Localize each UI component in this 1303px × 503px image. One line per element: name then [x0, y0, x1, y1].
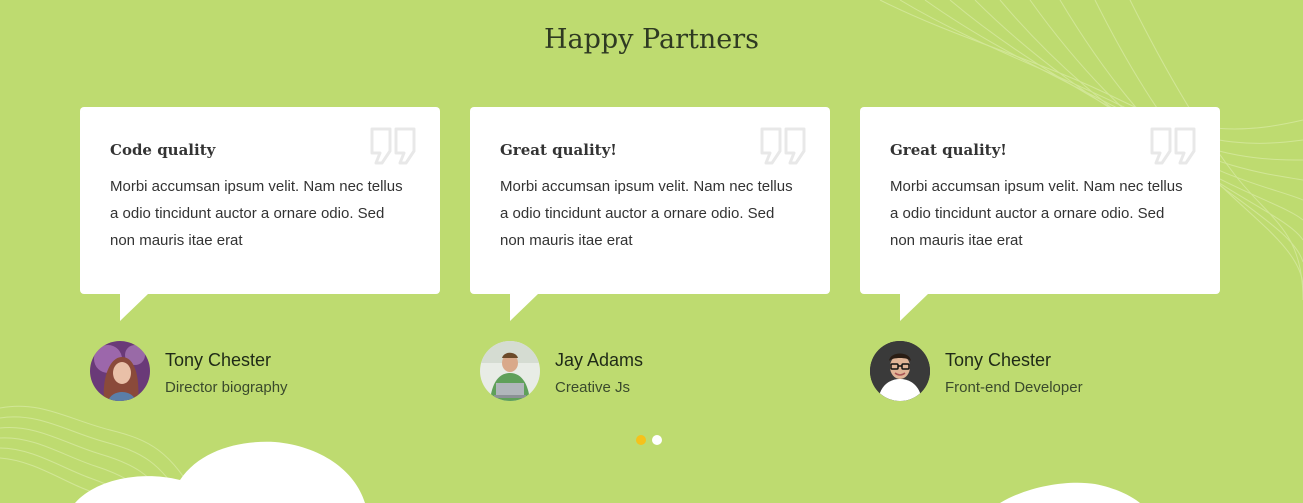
man-glasses-avatar [870, 341, 930, 401]
testimonial-card: Code quality Morbi accumsan ipsum velit.… [80, 107, 440, 321]
author-role: Director biography [165, 379, 288, 396]
author-role: Front-end Developer [945, 379, 1083, 396]
testimonial-title: Great quality! [500, 141, 617, 159]
testimonial-title: Code quality [110, 141, 216, 159]
testimonial-card: Great quality! Morbi accumsan ipsum veli… [470, 107, 830, 321]
carousel-dot-2[interactable] [652, 435, 662, 445]
author-name: Tony Chester [165, 350, 272, 370]
author-name: Jay Adams [555, 350, 644, 370]
testimonial-title: Great quality! [890, 141, 1007, 159]
man-laptop-avatar [480, 341, 540, 401]
testimonial-text: Morbi accumsan ipsum velit. Nam nec tell… [500, 178, 793, 249]
testimonial-text: Morbi accumsan ipsum velit. Nam nec tell… [110, 178, 403, 249]
quote-icon [370, 127, 416, 165]
section-title: Happy Partners [544, 24, 759, 55]
testimonial-card: Great quality! Morbi accumsan ipsum veli… [860, 107, 1220, 321]
quote-icon [1150, 127, 1196, 165]
carousel-dot-1[interactable] [636, 435, 646, 445]
quote-icon [760, 127, 806, 165]
author-name: Tony Chester [945, 350, 1052, 370]
author-role: Creative Js [555, 379, 631, 396]
woman-portrait-avatar [90, 341, 150, 401]
testimonial-text: Morbi accumsan ipsum velit. Nam nec tell… [890, 178, 1183, 249]
